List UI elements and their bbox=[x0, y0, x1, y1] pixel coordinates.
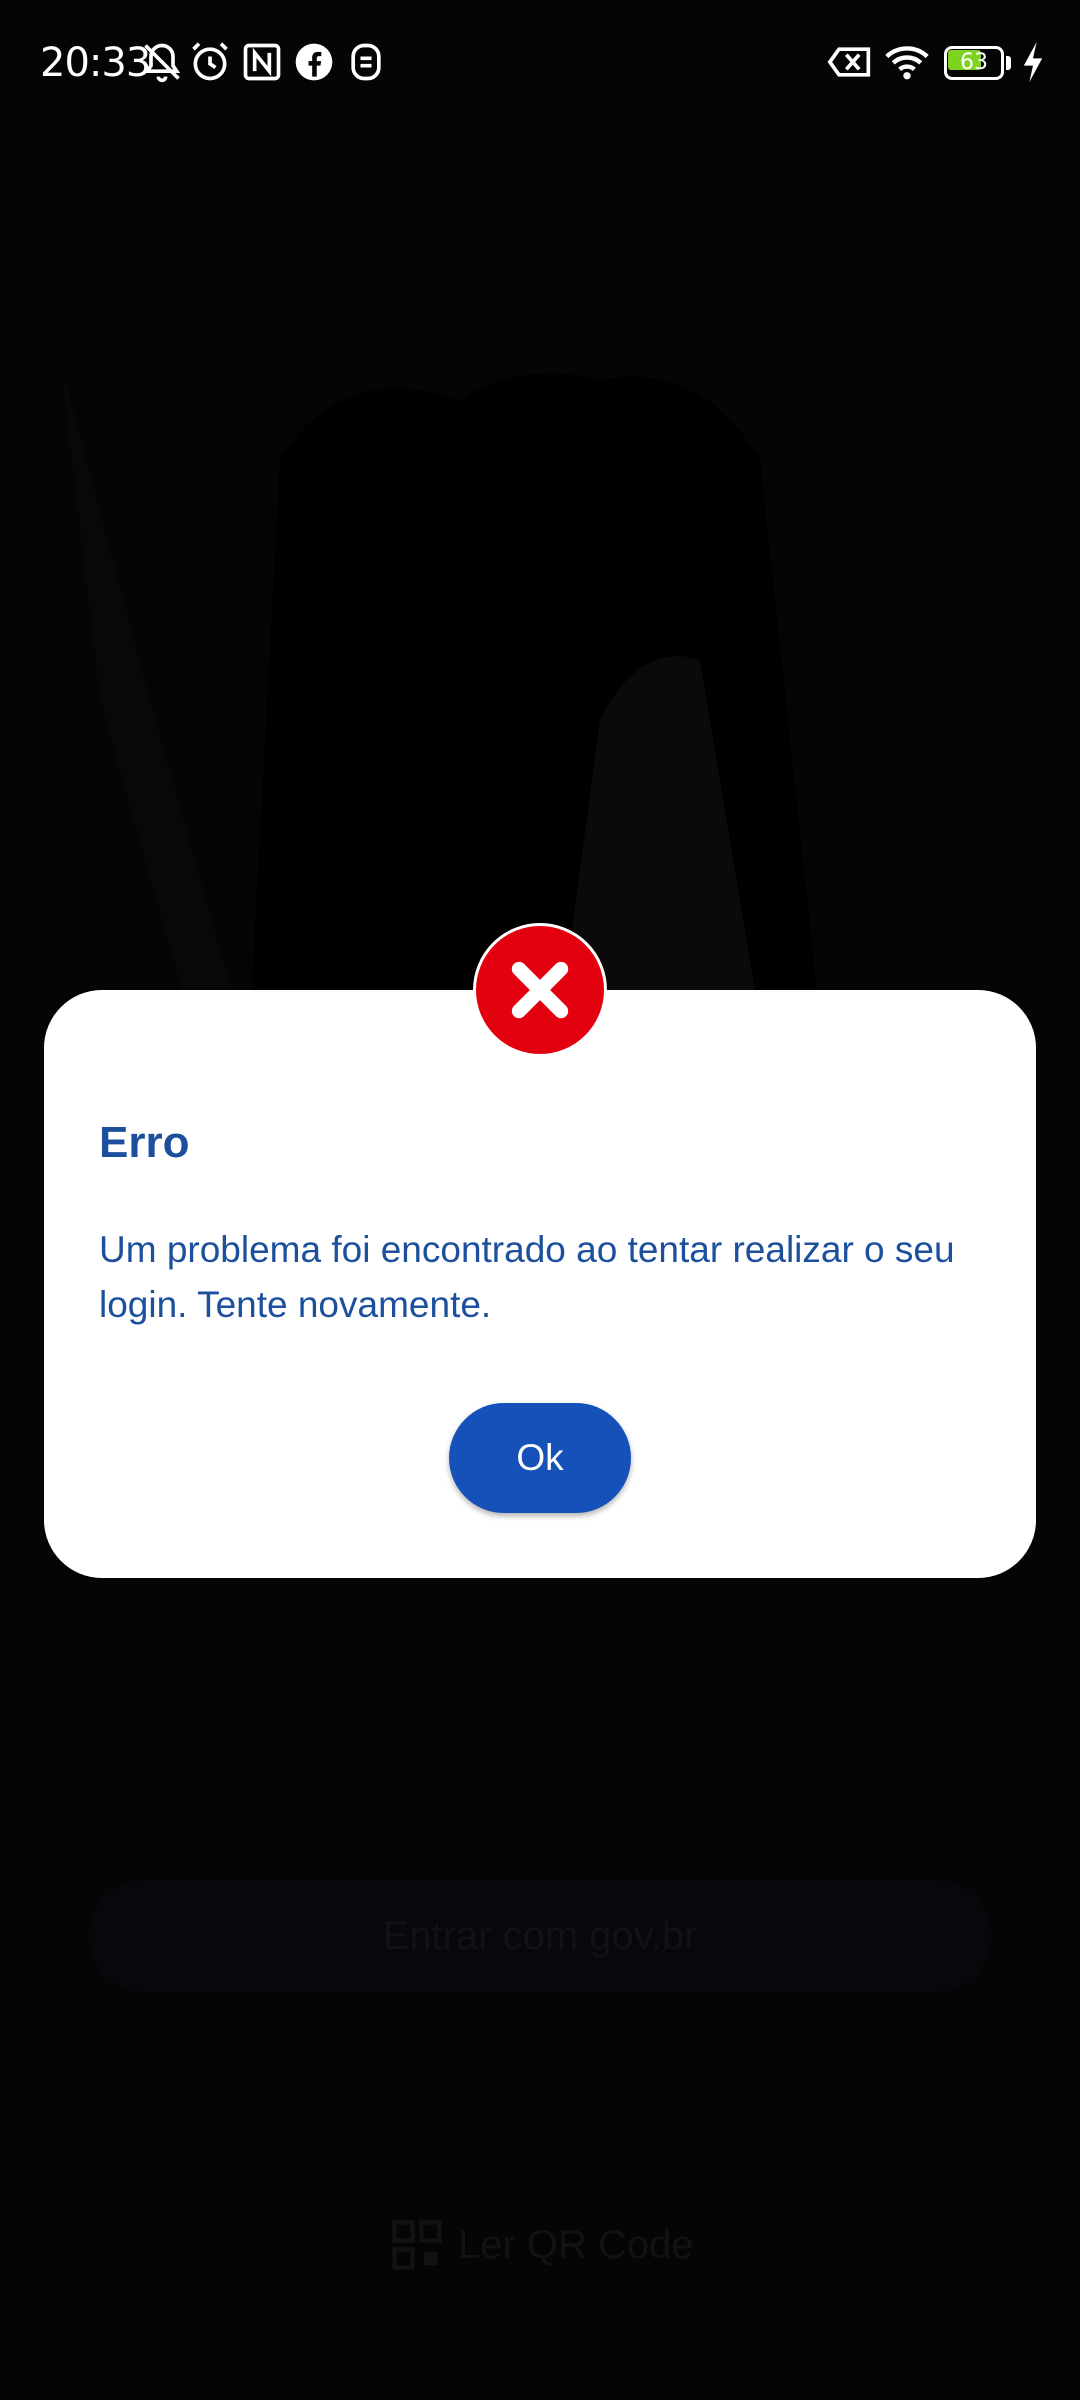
charging-icon bbox=[1020, 40, 1046, 84]
ok-button[interactable]: Ok bbox=[449, 1403, 631, 1513]
login-govbr-button: Entrar com gov.br bbox=[88, 1880, 992, 1992]
status-bar: 20:33 63 bbox=[0, 0, 1080, 130]
battery-icon: 63 bbox=[944, 46, 1012, 80]
battery-tip bbox=[1006, 56, 1011, 70]
nfc-icon bbox=[240, 40, 284, 84]
battery-level: 63 bbox=[960, 50, 988, 75]
wifi-icon bbox=[882, 40, 932, 84]
screen: 20:33 63 Entrar com gov.br Ler QR Code E… bbox=[0, 0, 1080, 2400]
read-qr-code-button: Ler QR Code bbox=[390, 2215, 694, 2275]
qr-code-icon bbox=[392, 2220, 442, 2270]
no-sim-icon bbox=[826, 40, 874, 84]
error-x-icon bbox=[473, 923, 607, 1057]
error-dialog: Erro Um problema foi encontrado ao tenta… bbox=[44, 990, 1036, 1578]
notifications-muted-icon bbox=[140, 40, 184, 84]
status-time: 20:33 bbox=[40, 40, 151, 86]
facebook-icon bbox=[292, 40, 336, 84]
read-qr-code-label: Ler QR Code bbox=[458, 2222, 694, 2267]
dialog-message: Um problema foi encontrado ao tentar rea… bbox=[99, 1229, 955, 1325]
background-illustration bbox=[40, 340, 1000, 1020]
app-notification-icon bbox=[344, 40, 388, 84]
dialog-title: Erro bbox=[99, 1118, 190, 1167]
alarm-icon bbox=[188, 40, 232, 84]
